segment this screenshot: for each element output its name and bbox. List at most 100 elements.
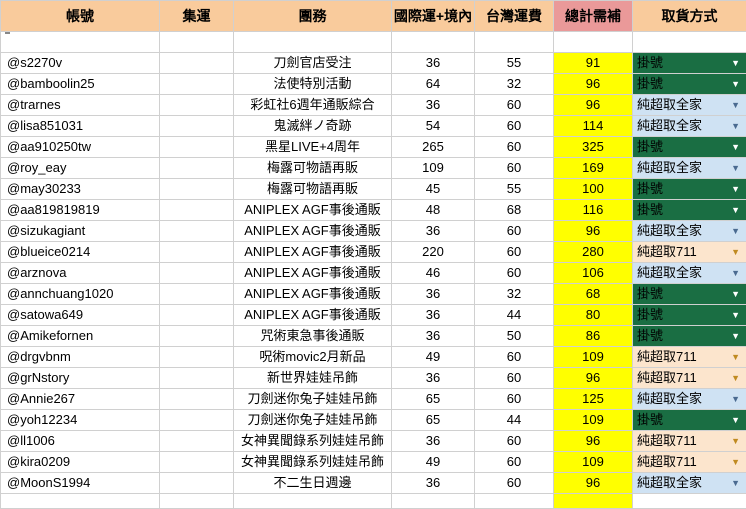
account-cell[interactable]: @aa910250tw bbox=[1, 137, 160, 158]
pickup-dropdown[interactable]: 純超取全家▼ bbox=[633, 389, 746, 410]
project-cell[interactable]: 刀劍迷你兔子娃娃吊飾 bbox=[234, 389, 392, 410]
account-cell[interactable]: @aa819819819 bbox=[1, 200, 160, 221]
tw-shipping-cell[interactable]: 60 bbox=[475, 116, 554, 137]
dropdown-arrow-icon[interactable]: ▼ bbox=[731, 242, 740, 262]
total-cell[interactable]: 96 bbox=[554, 368, 633, 389]
pickup-dropdown[interactable]: 純超取711▼ bbox=[633, 347, 746, 368]
account-cell[interactable]: @Annie267 bbox=[1, 389, 160, 410]
tw-shipping-cell[interactable]: 60 bbox=[475, 473, 554, 494]
dropdown-arrow-icon[interactable]: ▼ bbox=[731, 431, 740, 451]
intl-shipping-cell[interactable]: 36 bbox=[392, 431, 475, 452]
intl-shipping-cell[interactable]: 64 bbox=[392, 74, 475, 95]
intl-shipping-cell[interactable]: 54 bbox=[392, 116, 475, 137]
dropdown-arrow-icon[interactable]: ▼ bbox=[731, 221, 740, 241]
group-cell[interactable] bbox=[160, 158, 234, 179]
intl-shipping-cell[interactable]: 45 bbox=[392, 179, 475, 200]
tw-shipping-cell[interactable]: 60 bbox=[475, 221, 554, 242]
account-cell[interactable]: @roy_eay bbox=[1, 158, 160, 179]
account-cell[interactable]: @lisa851031 bbox=[1, 116, 160, 137]
tw-shipping-cell[interactable]: 60 bbox=[475, 95, 554, 116]
dropdown-arrow-icon[interactable]: ▼ bbox=[731, 53, 740, 73]
account-cell[interactable]: @yoh12234 bbox=[1, 410, 160, 431]
total-cell[interactable]: 325 bbox=[554, 137, 633, 158]
account-cell[interactable]: @grNstory bbox=[1, 368, 160, 389]
group-cell[interactable] bbox=[160, 74, 234, 95]
tw-shipping-cell[interactable]: 55 bbox=[475, 53, 554, 74]
dropdown-arrow-icon[interactable]: ▼ bbox=[731, 305, 740, 325]
tw-shipping-cell[interactable]: 44 bbox=[475, 305, 554, 326]
total-cell[interactable]: 109 bbox=[554, 452, 633, 473]
account-cell[interactable]: @kira0209 bbox=[1, 452, 160, 473]
pickup-dropdown[interactable]: 純超取全家▼ bbox=[633, 116, 746, 137]
tw-shipping-cell[interactable]: 68 bbox=[475, 200, 554, 221]
group-cell[interactable] bbox=[160, 95, 234, 116]
total-cell[interactable]: 96 bbox=[554, 74, 633, 95]
pickup-dropdown[interactable]: 純超取711▼ bbox=[633, 368, 746, 389]
dropdown-arrow-icon[interactable]: ▼ bbox=[731, 74, 740, 94]
group-cell[interactable] bbox=[160, 473, 234, 494]
total-cell[interactable]: 125 bbox=[554, 389, 633, 410]
group-cell[interactable] bbox=[160, 137, 234, 158]
account-cell[interactable]: @drgvbnm bbox=[1, 347, 160, 368]
empty-cell[interactable] bbox=[475, 494, 554, 509]
account-cell[interactable]: @s2270v bbox=[1, 53, 160, 74]
intl-shipping-cell[interactable]: 46 bbox=[392, 263, 475, 284]
project-cell[interactable]: 黑星LIVE+4周年 bbox=[234, 137, 392, 158]
project-cell[interactable]: ANIPLEX AGF事後通販 bbox=[234, 263, 392, 284]
account-cell[interactable]: @bamboolin25 bbox=[1, 74, 160, 95]
dropdown-arrow-icon[interactable]: ▼ bbox=[731, 410, 740, 430]
total-cell[interactable]: 96 bbox=[554, 221, 633, 242]
dropdown-arrow-icon[interactable]: ▼ bbox=[731, 158, 740, 178]
project-cell[interactable]: ANIPLEX AGF事後通販 bbox=[234, 242, 392, 263]
dropdown-arrow-icon[interactable]: ▼ bbox=[731, 200, 740, 220]
group-cell[interactable] bbox=[160, 221, 234, 242]
group-cell[interactable] bbox=[160, 347, 234, 368]
account-cell[interactable]: @may30233 bbox=[1, 179, 160, 200]
pickup-dropdown[interactable]: 掛號▼ bbox=[633, 284, 746, 305]
total-cell[interactable]: 114 bbox=[554, 116, 633, 137]
group-cell[interactable] bbox=[160, 410, 234, 431]
account-cell[interactable]: @satowa649 bbox=[1, 305, 160, 326]
account-cell[interactable]: @ll1006 bbox=[1, 431, 160, 452]
total-cell[interactable]: 91 bbox=[554, 53, 633, 74]
header-pickup[interactable]: 取貨方式 bbox=[633, 1, 746, 32]
empty-cell[interactable] bbox=[554, 494, 633, 509]
group-cell[interactable] bbox=[160, 179, 234, 200]
account-cell[interactable]: @trarnes bbox=[1, 95, 160, 116]
intl-shipping-cell[interactable]: 49 bbox=[392, 347, 475, 368]
account-cell[interactable]: @arznova bbox=[1, 263, 160, 284]
dropdown-arrow-icon[interactable]: ▼ bbox=[731, 137, 740, 157]
group-cell[interactable] bbox=[160, 389, 234, 410]
project-cell[interactable]: 彩虹社6週年通販綜合 bbox=[234, 95, 392, 116]
intl-shipping-cell[interactable]: 36 bbox=[392, 326, 475, 347]
tw-shipping-cell[interactable]: 32 bbox=[475, 74, 554, 95]
total-cell[interactable]: 96 bbox=[554, 431, 633, 452]
empty-cell[interactable] bbox=[1, 494, 160, 509]
pickup-dropdown[interactable]: 掛號▼ bbox=[633, 410, 746, 431]
header-tw-shipping[interactable]: 台灣運費 bbox=[475, 1, 554, 32]
dropdown-arrow-icon[interactable]: ▼ bbox=[731, 473, 740, 493]
pickup-dropdown[interactable]: 掛號▼ bbox=[633, 53, 746, 74]
intl-shipping-cell[interactable]: 36 bbox=[392, 53, 475, 74]
header-group[interactable]: 集運 bbox=[160, 1, 234, 32]
tw-shipping-cell[interactable]: 60 bbox=[475, 263, 554, 284]
pickup-dropdown[interactable]: 掛號▼ bbox=[633, 326, 746, 347]
total-cell[interactable]: 109 bbox=[554, 410, 633, 431]
group-cell[interactable] bbox=[160, 305, 234, 326]
group-cell[interactable] bbox=[160, 263, 234, 284]
intl-shipping-cell[interactable]: 36 bbox=[392, 473, 475, 494]
pickup-dropdown[interactable]: 掛號▼ bbox=[633, 305, 746, 326]
pickup-dropdown[interactable]: 純超取全家▼ bbox=[633, 158, 746, 179]
pickup-dropdown[interactable]: 掛號▼ bbox=[633, 74, 746, 95]
group-cell[interactable] bbox=[160, 284, 234, 305]
tw-shipping-cell[interactable]: 60 bbox=[475, 347, 554, 368]
tw-shipping-cell[interactable]: 50 bbox=[475, 326, 554, 347]
intl-shipping-cell[interactable]: 265 bbox=[392, 137, 475, 158]
pickup-dropdown[interactable]: 純超取711▼ bbox=[633, 242, 746, 263]
dropdown-arrow-icon[interactable]: ▼ bbox=[731, 389, 740, 409]
tw-shipping-cell[interactable]: 60 bbox=[475, 158, 554, 179]
project-cell[interactable]: 咒術東急事後通販 bbox=[234, 326, 392, 347]
project-cell[interactable]: 梅露可物語再販 bbox=[234, 179, 392, 200]
pickup-dropdown[interactable]: 掛號▼ bbox=[633, 137, 746, 158]
project-cell[interactable]: ANIPLEX AGF事後通販 bbox=[234, 221, 392, 242]
